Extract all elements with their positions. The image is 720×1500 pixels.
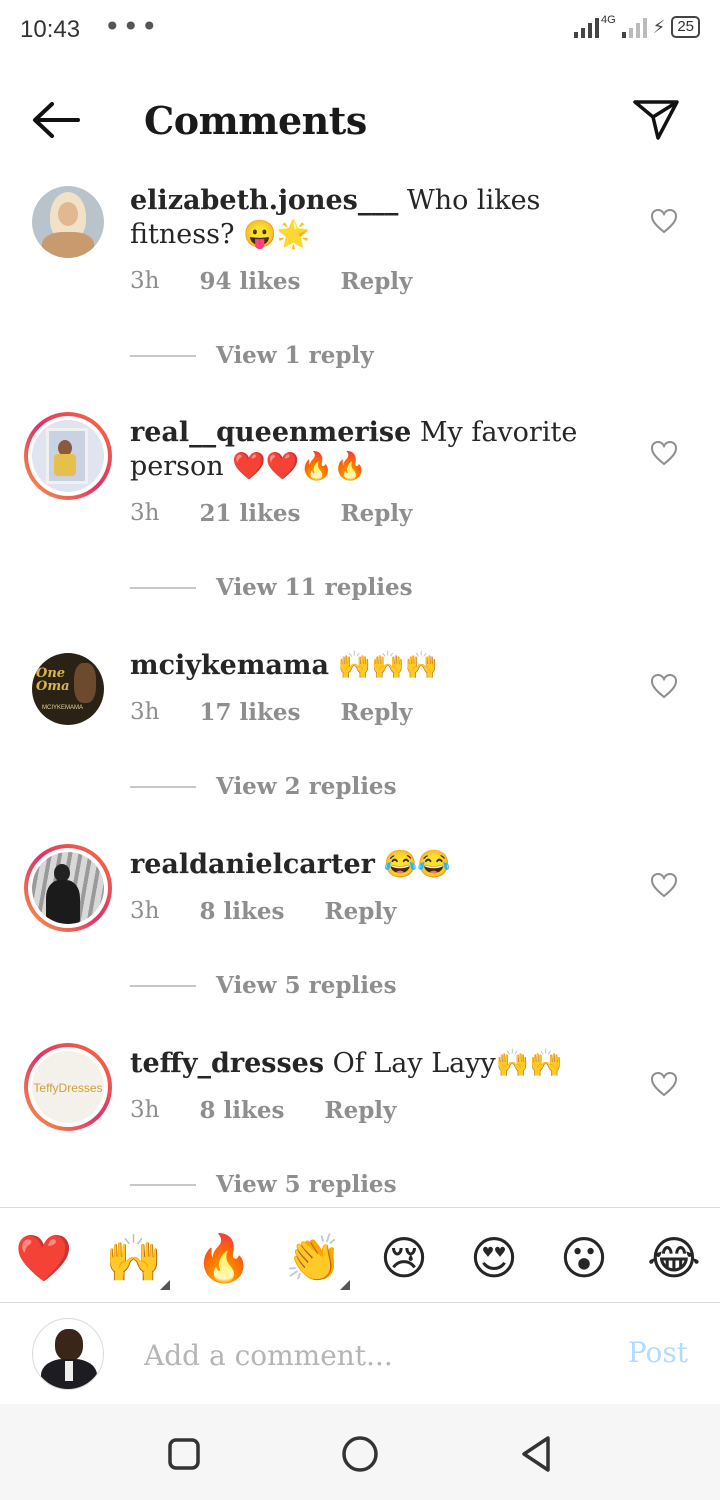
view-replies-button[interactable]: View 2 replies bbox=[130, 773, 397, 800]
comment-likes[interactable]: 8 likes bbox=[199, 898, 284, 925]
comment-username[interactable]: teffy_dresses bbox=[130, 1048, 324, 1079]
post-button[interactable]: Post bbox=[628, 1336, 688, 1369]
signal-2-icon bbox=[621, 14, 647, 38]
status-time: 10:43 bbox=[20, 16, 81, 43]
battery-icon: 25 bbox=[671, 16, 700, 38]
comment-input[interactable] bbox=[144, 1334, 604, 1376]
reply-button[interactable]: Reply bbox=[340, 268, 412, 295]
comment-time: 3h bbox=[130, 699, 160, 725]
emoji-surprised-button[interactable]: 😮 bbox=[554, 1228, 614, 1288]
avatar[interactable] bbox=[24, 412, 112, 500]
comment-time: 3h bbox=[130, 1097, 160, 1123]
like-heart-icon[interactable] bbox=[650, 872, 678, 898]
comment-body: 😂😂 bbox=[374, 849, 451, 880]
comment-likes[interactable]: 94 likes bbox=[199, 268, 300, 295]
reply-button[interactable]: Reply bbox=[340, 699, 412, 726]
emoji-reaction-bar: ❤️ 🙌 🔥 👏 😢 😍 😮 😂 bbox=[0, 1207, 720, 1303]
comment-time: 3h bbox=[130, 898, 160, 924]
emoji-clapping-button[interactable]: 👏 bbox=[284, 1228, 344, 1288]
header: Comments bbox=[0, 80, 720, 160]
like-heart-icon[interactable] bbox=[650, 1071, 678, 1097]
comment-meta: 3h 8 likes Reply bbox=[130, 1097, 436, 1124]
reply-button[interactable]: Reply bbox=[340, 500, 412, 527]
emoji-heart-button[interactable]: ❤️ bbox=[14, 1228, 74, 1288]
reply-button[interactable]: Reply bbox=[324, 1097, 396, 1124]
view-replies-label: View 2 replies bbox=[216, 773, 397, 800]
skin-tone-caret-icon bbox=[340, 1280, 350, 1290]
home-icon[interactable] bbox=[340, 1434, 380, 1474]
comment-meta: 3h 21 likes Reply bbox=[130, 500, 452, 527]
view-replies-button[interactable]: View 11 replies bbox=[130, 574, 413, 601]
avatar[interactable]: One Oma MCIYKEMAMA bbox=[32, 653, 104, 725]
comment-composer: Post bbox=[0, 1304, 720, 1404]
like-heart-icon[interactable] bbox=[650, 208, 678, 234]
page-title: Comments bbox=[144, 98, 367, 143]
back-icon[interactable] bbox=[516, 1434, 556, 1474]
comment-body: 🙌🙌🙌 bbox=[328, 650, 439, 681]
comment-username[interactable]: mciykemama bbox=[130, 650, 329, 681]
system-nav-bar bbox=[0, 1404, 720, 1500]
view-replies-label: View 5 replies bbox=[216, 1171, 397, 1198]
view-replies-button[interactable]: View 5 replies bbox=[130, 1171, 397, 1198]
emoji-crying-button[interactable]: 😢 bbox=[374, 1228, 434, 1288]
emoji-laughing-button[interactable]: 😂 bbox=[644, 1228, 704, 1288]
status-icons: 4G ⚡ 25 bbox=[573, 14, 700, 38]
avatar[interactable] bbox=[24, 844, 112, 932]
avatar-text-name: MCIYKEMAMA bbox=[42, 705, 84, 711]
reply-button[interactable]: Reply bbox=[324, 898, 396, 925]
comment-text: realdanielcarter 😂😂 bbox=[130, 848, 630, 882]
signal-icon bbox=[573, 14, 599, 38]
comment-meta: 3h 17 likes Reply bbox=[130, 699, 452, 726]
network-type: 4G bbox=[600, 14, 616, 26]
view-replies-label: View 5 replies bbox=[216, 972, 397, 999]
back-arrow-icon[interactable] bbox=[30, 100, 82, 140]
avatar-text-one-oma: One Oma bbox=[36, 666, 70, 694]
view-replies-button[interactable]: View 1 reply bbox=[130, 342, 374, 369]
comment-username[interactable]: realdanielcarter bbox=[130, 849, 375, 880]
like-heart-icon[interactable] bbox=[650, 440, 678, 466]
comment-meta: 3h 8 likes Reply bbox=[130, 898, 436, 925]
view-replies-button[interactable]: View 5 replies bbox=[130, 972, 397, 999]
my-avatar bbox=[32, 1318, 104, 1390]
view-replies-label: View 11 replies bbox=[216, 574, 413, 601]
comment-username[interactable]: elizabeth.jones___ bbox=[130, 185, 398, 216]
comment-likes[interactable]: 21 likes bbox=[199, 500, 300, 527]
like-heart-icon[interactable] bbox=[650, 673, 678, 699]
comment-text: real__queenmerise My favorite person ❤️❤… bbox=[130, 416, 630, 484]
comment-body: Of Lay Layy🙌🙌 bbox=[324, 1048, 563, 1079]
skin-tone-caret-icon bbox=[160, 1280, 170, 1290]
avatar[interactable]: TeffyDresses bbox=[24, 1043, 112, 1131]
comment-time: 3h bbox=[130, 500, 160, 526]
comment-likes[interactable]: 8 likes bbox=[199, 1097, 284, 1124]
direct-share-icon[interactable] bbox=[632, 98, 680, 142]
view-replies-label: View 1 reply bbox=[216, 342, 374, 369]
status-bar: 10:43 ••• 4G ⚡ 25 bbox=[0, 0, 720, 64]
comment-username[interactable]: real__queenmerise bbox=[130, 417, 411, 448]
charging-icon: ⚡ bbox=[652, 17, 666, 38]
comment-text: mciykemama 🙌🙌🙌 bbox=[130, 649, 630, 683]
comment-likes[interactable]: 17 likes bbox=[199, 699, 300, 726]
recent-apps-icon[interactable] bbox=[164, 1434, 204, 1474]
comment-text: elizabeth.jones___ Who likes fitness? 😛🌟 bbox=[130, 184, 630, 252]
comment-time: 3h bbox=[130, 268, 160, 294]
avatar[interactable] bbox=[32, 186, 104, 258]
comment-text: teffy_dresses Of Lay Layy🙌🙌 bbox=[130, 1047, 630, 1081]
avatar-brand-text: TeffyDresses bbox=[33, 1081, 103, 1095]
emoji-raised-hands-button[interactable]: 🙌 bbox=[104, 1228, 164, 1288]
comment-meta: 3h 94 likes Reply bbox=[130, 268, 452, 295]
emoji-fire-button[interactable]: 🔥 bbox=[194, 1228, 254, 1288]
emoji-heart-eyes-button[interactable]: 😍 bbox=[464, 1228, 524, 1288]
notification-dots: ••• bbox=[104, 10, 160, 43]
